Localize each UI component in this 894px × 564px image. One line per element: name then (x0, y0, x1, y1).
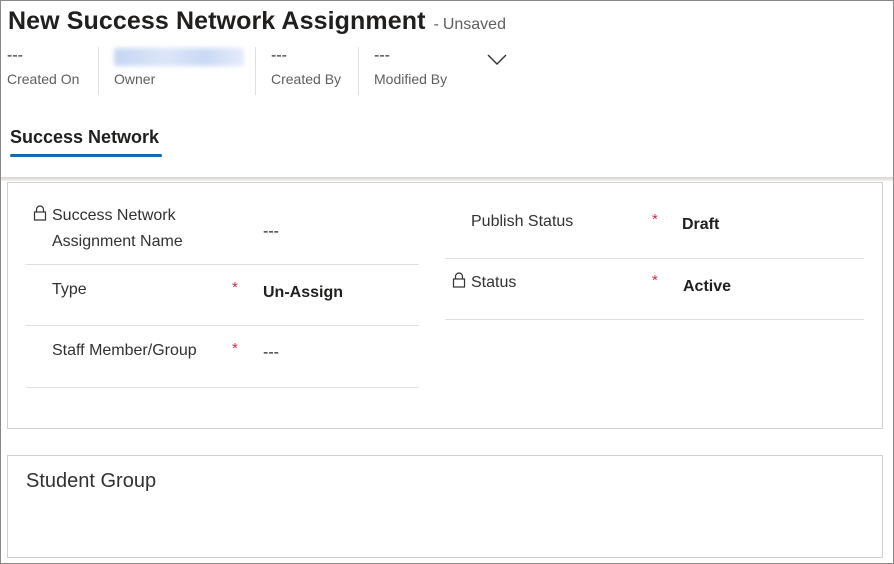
row-divider (26, 325, 419, 326)
status-required-marker: * (652, 272, 658, 289)
created-by-value: --- (271, 47, 287, 64)
tab-selected-indicator (10, 154, 162, 157)
lock-icon (33, 205, 47, 221)
meta-divider (255, 47, 256, 95)
title-row: New Success Network Assignment - Unsaved (8, 7, 506, 36)
assignment-name-label-line2: Assignment Name (52, 233, 183, 250)
owner-blur (114, 48, 244, 66)
header-divider (1, 177, 893, 181)
type-required-marker: * (232, 279, 238, 296)
row-divider (445, 319, 864, 320)
staff-member-group-field[interactable]: --- (263, 344, 279, 362)
modified-by-value: --- (374, 47, 390, 64)
student-group-title: Student Group (26, 470, 157, 492)
row-divider (26, 387, 419, 388)
publish-status-field[interactable]: Draft (682, 216, 719, 234)
modified-by-label: Modified By (374, 71, 448, 87)
chevron-down-icon[interactable] (485, 51, 509, 67)
row-divider (445, 258, 864, 259)
assignment-name-label-line1: Success Network (52, 207, 176, 224)
status-field[interactable]: Active (683, 278, 731, 296)
meta-divider (358, 47, 359, 95)
created-by-label: Created By (271, 71, 342, 87)
created-on-value: --- (7, 47, 23, 64)
staff-member-group-label: Staff Member/Group (52, 342, 197, 359)
tab-success-network[interactable]: Success Network (10, 127, 159, 148)
assignment-name-field[interactable]: --- (263, 223, 279, 241)
type-field[interactable]: Un-Assign (263, 284, 343, 302)
staff-member-group-required-marker: * (232, 340, 238, 357)
form-header: New Success Network Assignment - Unsaved… (1, 1, 893, 178)
created-on-label: Created On (7, 71, 80, 87)
page-title: New Success Network Assignment (8, 7, 426, 35)
status-label: Status (471, 274, 517, 291)
title-separator: - (433, 16, 439, 33)
owner-label: Owner (114, 71, 156, 87)
meta-divider (98, 47, 99, 95)
lock-icon (452, 272, 466, 288)
owner-value-redacted[interactable] (114, 47, 244, 66)
save-state-label: Unsaved (442, 16, 506, 33)
student-group-section: Student Group (7, 455, 883, 558)
general-section: Success Network Assignment Name --- Type… (7, 182, 883, 429)
publish-status-label: Publish Status (471, 213, 574, 230)
type-label: Type (52, 281, 87, 298)
row-divider (26, 264, 419, 265)
publish-status-required-marker: * (652, 211, 658, 228)
